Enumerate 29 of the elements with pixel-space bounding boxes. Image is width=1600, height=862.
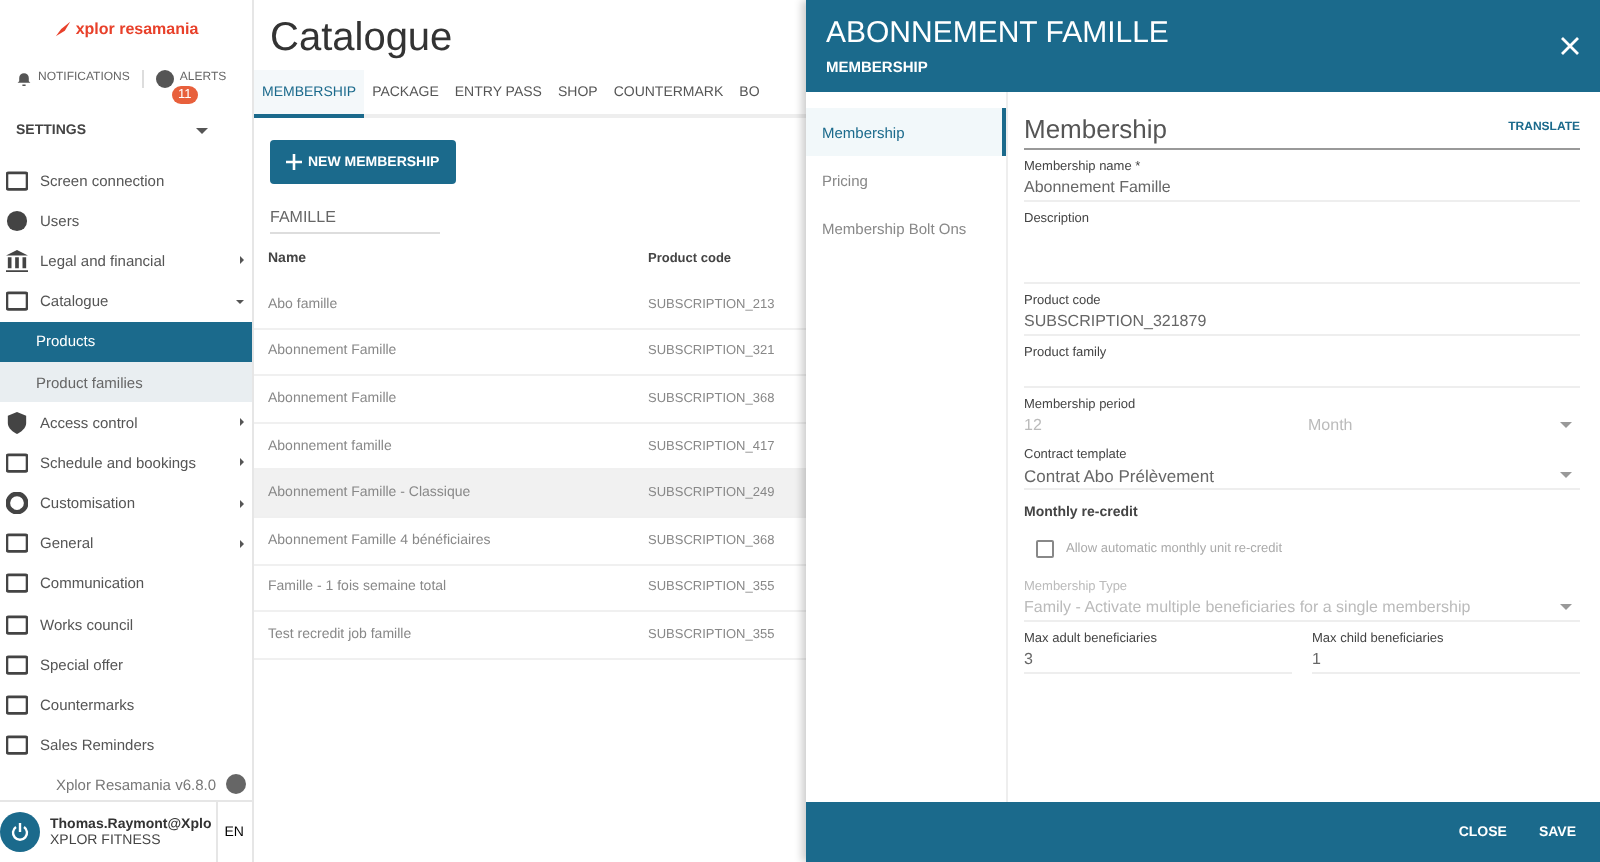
input-field[interactable]: 1 [1312, 646, 1580, 674]
caret-icon [240, 256, 244, 265]
page-title: Catalogue [270, 16, 455, 64]
close-icon[interactable] [1560, 36, 1580, 56]
info-icon[interactable] [226, 774, 246, 794]
caret-icon [240, 499, 244, 508]
caret-icon [240, 539, 244, 548]
caret-icon [236, 299, 244, 304]
input-field[interactable]: SUBSCRIPTION_321879 [1024, 308, 1580, 336]
section-title: Membership [1024, 113, 1168, 143]
logo: xplor resamania [75, 19, 199, 37]
input-field[interactable]: Abonnement Famille [1024, 174, 1580, 202]
select-field[interactable]: Contrat Abo Prélèvement [1024, 462, 1580, 490]
caret-icon [240, 458, 244, 467]
circle-icon [155, 69, 174, 87]
input-field[interactable]: 3 [1024, 646, 1292, 674]
dropdown-arrow-icon [1560, 472, 1572, 478]
rocket-icon [53, 19, 72, 37]
dropdown-arrow-icon [1560, 604, 1572, 610]
power-icon[interactable] [0, 812, 40, 852]
bank-icon [6, 249, 28, 272]
shield-icon [6, 411, 28, 434]
bell-icon [16, 70, 32, 86]
caret-icon [240, 418, 244, 427]
plus-icon [286, 154, 302, 170]
checkbox[interactable] [1036, 540, 1054, 558]
search-field[interactable]: FAMILLE [270, 204, 440, 234]
drawer-title: ABONNEMENT FAMILLE [826, 16, 1169, 50]
dropdown-arrow-icon [1560, 422, 1572, 428]
